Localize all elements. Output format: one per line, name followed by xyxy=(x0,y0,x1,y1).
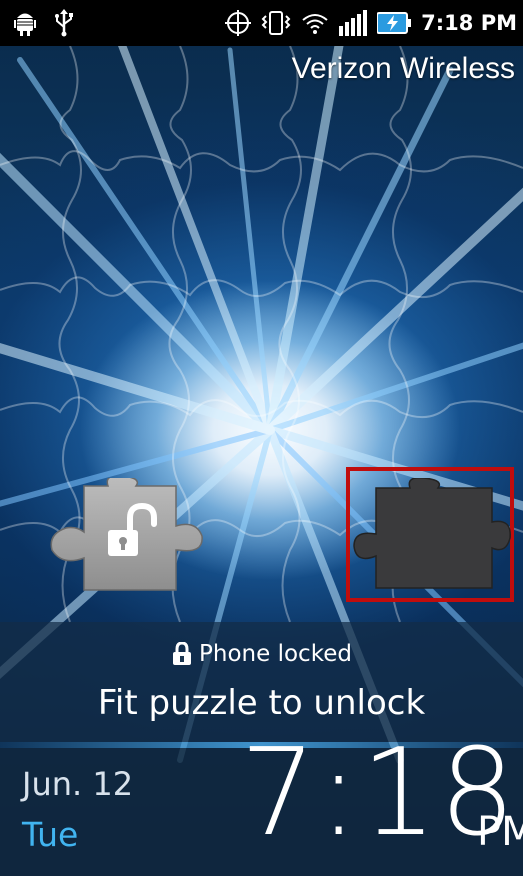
carrier-name: Verizon Wireless xyxy=(291,52,515,85)
status-bar-left xyxy=(14,0,74,46)
lock-icon xyxy=(171,642,193,666)
lock-status-text: Phone locked xyxy=(199,641,352,667)
gps-icon xyxy=(225,10,252,36)
lock-status: Phone locked xyxy=(0,641,523,667)
lock-screen: 7:18 PM Verizon Wireless Phone locked Fi… xyxy=(0,0,523,876)
date-label: Jun. 12 xyxy=(22,765,134,803)
day-label: Tue xyxy=(22,815,79,854)
usb-icon xyxy=(54,9,74,37)
puzzle-target-slot xyxy=(352,476,512,600)
wifi-icon xyxy=(301,11,329,35)
unlock-instruction: Fit puzzle to unlock xyxy=(97,683,426,723)
clock-ampm: PM xyxy=(477,809,523,855)
clock-time: 7:18 xyxy=(240,724,518,863)
battery-charging-icon xyxy=(377,11,412,35)
vibrate-icon xyxy=(261,10,291,36)
status-bar-right: 7:18 PM xyxy=(225,0,517,46)
status-bar: 7:18 PM xyxy=(0,0,523,46)
android-debug-icon xyxy=(14,10,36,36)
signal-icon xyxy=(339,10,368,36)
draggable-puzzle-piece[interactable] xyxy=(46,474,216,602)
status-bar-time: 7:18 PM xyxy=(421,11,517,35)
